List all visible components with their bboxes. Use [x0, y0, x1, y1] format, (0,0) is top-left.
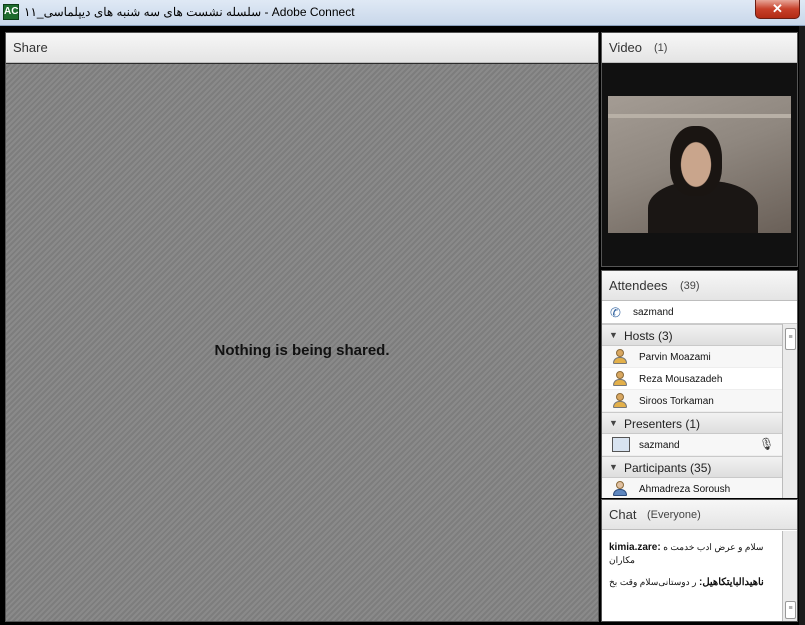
attendees-pod: Attendees (39) ✆ sazmand ▼ Hosts (3) Par… [601, 270, 798, 498]
group-participants[interactable]: ▼ Participants (35) [602, 456, 782, 478]
attendees-pod-title: Attendees [609, 278, 668, 293]
group-presenters[interactable]: ▼ Presenters (1) [602, 412, 782, 434]
attendee-name: Reza Mousazadeh [639, 374, 723, 385]
attendee-list: ▼ Hosts (3) Parvin Moazami Reza Mousazad… [602, 324, 782, 498]
video-pod-title: Video [609, 40, 643, 55]
attendee-name: Siroos Torkaman [639, 396, 714, 407]
host-icon [613, 349, 627, 364]
attendee-row[interactable]: Parvin Moazami [602, 346, 782, 368]
collapse-triangle-icon: ▼ [609, 330, 618, 340]
window-titlebar: AC سلسله نشست های سه شنبه های دیپلماسی_۱… [0, 0, 805, 26]
chat-scrollbar[interactable]: ≡ [782, 531, 797, 621]
video-background [608, 114, 791, 118]
group-hosts[interactable]: ▼ Hosts (3) [602, 324, 782, 346]
microphone-icon: 🎙 [759, 437, 775, 451]
attendee-name: Ahmadreza Soroush [639, 484, 731, 495]
group-label: Hosts (3) [624, 329, 673, 343]
chat-messages: kimia.zare: سلام و عرض ادب خدمت ه مکاران… [602, 531, 782, 621]
attendee-row[interactable]: Reza Mousazadeh [602, 368, 782, 390]
window-edge [799, 26, 805, 625]
chat-sender: ناهیدالبایتکاهیل: [699, 577, 764, 588]
attendee-name: sazmand [639, 440, 680, 451]
phone-icon: ✆ [610, 305, 621, 320]
attendee-name: Parvin Moazami [639, 352, 711, 363]
host-icon [613, 393, 627, 408]
collapse-triangle-icon: ▼ [609, 462, 618, 472]
share-pod-title: Share [13, 40, 48, 55]
attendee-row[interactable]: Ahmadreza Soroush [602, 478, 782, 498]
share-pod-header: Share [6, 33, 598, 63]
chat-scope[interactable]: (Everyone) [647, 509, 701, 521]
video-pod-header: Video (1) [602, 33, 797, 63]
chat-message: kimia.zare: سلام و عرض ادب خدمت ه مکاران [609, 541, 776, 567]
chat-pod-header: Chat (Everyone) [602, 500, 797, 530]
group-label: Presenters (1) [624, 417, 701, 431]
chat-sender: kimia.zare: [609, 542, 661, 553]
chat-message: ناهیدالبایتکاهیل: ر دوستانی‌سلام وقت بخ [609, 576, 776, 589]
participant-icon [613, 481, 627, 496]
chat-pod: Chat (Everyone) kimia.zare: سلام و عرض ا… [601, 499, 798, 622]
attendee-row[interactable]: Siroos Torkaman [602, 390, 782, 412]
chat-text: ر دوستانی‌سلام وقت بخ [609, 577, 697, 587]
attendee-row[interactable]: sazmand 🎙 [602, 434, 782, 456]
share-area: Nothing is being shared. [6, 64, 598, 621]
scrollbar-thumb[interactable]: ≡ [785, 328, 796, 350]
group-label: Participants (35) [624, 461, 712, 475]
attendees-pod-count: (39) [680, 280, 700, 292]
share-empty-message: Nothing is being shared. [214, 342, 390, 359]
attendee-scrollbar[interactable]: ≡ [782, 324, 797, 498]
presenter-icon [612, 437, 630, 452]
close-button[interactable]: ✕ [755, 0, 800, 19]
video-person-head [670, 126, 722, 196]
video-feed[interactable]: sazmand [608, 96, 791, 233]
chat-pod-title: Chat [609, 507, 637, 522]
collapse-triangle-icon: ▼ [609, 418, 618, 428]
attendees-pod-header: Attendees (39) [602, 271, 797, 301]
window-title: سلسله نشست های سه شنبه های دیپلماسی_۱۱ -… [24, 5, 355, 19]
scrollbar-thumb[interactable]: ≡ [785, 601, 796, 619]
video-pod-count: (1) [654, 42, 668, 54]
adobe-connect-icon: AC [3, 4, 19, 20]
attendee-self-row[interactable]: ✆ sazmand [602, 302, 797, 324]
share-pod: Share Nothing is being shared. [5, 32, 599, 622]
attendee-self-name: sazmand [633, 307, 674, 318]
host-icon [613, 371, 627, 386]
video-pod: Video (1) sazmand [601, 32, 798, 267]
